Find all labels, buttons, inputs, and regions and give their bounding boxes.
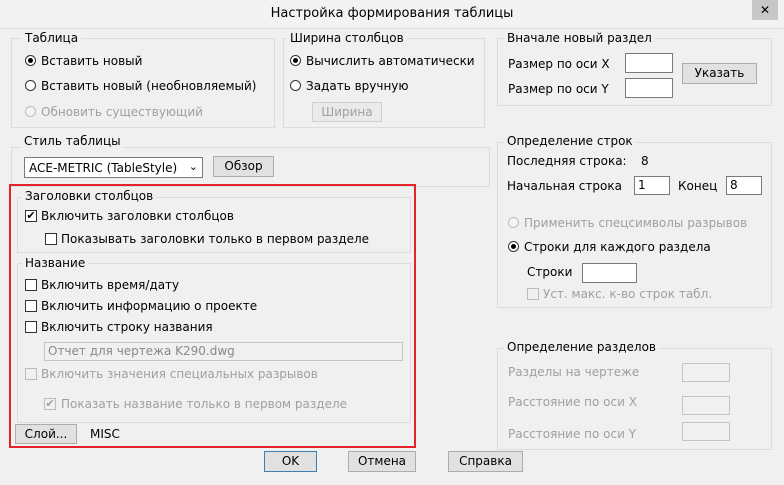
insert-new-static-radio[interactable] [25,80,36,91]
manual-width-label[interactable]: Задать вручную [306,79,409,93]
max-rows-label: Уст. макс. к-во строк табл. [543,287,713,301]
dist-y-label: Расстояние по оси Y [508,427,637,441]
insert-new-static-label[interactable]: Вставить новый (необновляемый) [41,79,256,93]
table-style-select[interactable]: ACE-METRIC (TableStyle) ⌄ [24,157,203,178]
update-existing-radio [25,106,36,117]
table-group-label: Таблица [22,31,82,45]
last-row-value: 8 [641,154,649,168]
apply-special-label: Применить спецсимволы разрывов [524,216,748,230]
title-bar: Настройка формирования таблицы ✕ [0,0,784,29]
end-row-input[interactable]: 8 [726,176,762,195]
chevron-down-icon: ⌄ [188,160,198,173]
auto-width-radio[interactable] [290,55,301,66]
highlight-frame [9,184,416,448]
auto-width-label[interactable]: Вычислить автоматически [306,54,475,68]
max-rows-checkbox [527,288,539,300]
table-style-value: ACE-METRIC (TableStyle) [29,161,178,175]
start-row-input[interactable]: 1 [634,176,670,195]
window-title: Настройка формирования таблицы [270,6,514,21]
update-existing-label: Обновить существующий [41,105,203,119]
dist-y-input [682,422,730,441]
dist-x-input [682,396,730,415]
cancel-button[interactable]: Отмена [348,451,416,472]
manual-width-radio[interactable] [290,80,301,91]
rows-per-section-label[interactable]: Строки для каждого раздела [524,240,711,254]
size-y-input[interactable] [625,78,673,98]
style-label: Стиль таблицы [21,134,124,148]
insert-new-radio[interactable] [25,55,36,66]
pick-button[interactable]: Указать [682,63,757,84]
last-row-label: Последняя строка: [507,154,627,168]
start-row-label: Начальная строка [507,179,622,193]
sections-on-drawing-label: Разделы на чертеже [508,365,640,379]
ok-button[interactable]: OK [264,451,317,472]
end-row-label: Конец [678,179,718,193]
help-button[interactable]: Справка [448,451,523,472]
columns-group-label: Ширина столбцов [287,31,407,45]
width-button: Ширина [312,102,382,122]
size-x-input[interactable] [625,53,673,73]
size-x-label: Размер по оси X [508,57,610,71]
sections-group-label: Определение разделов [504,340,659,354]
rows-per-section-radio[interactable] [508,241,519,252]
dist-x-label: Расстояние по оси X [508,395,637,409]
sections-on-drawing-input [682,363,730,382]
insert-new-label[interactable]: Вставить новый [41,54,142,68]
apply-special-radio [508,217,519,228]
rows-label: Строки [527,265,573,279]
rows-group-label: Определение строк [504,134,636,148]
browse-button[interactable]: Обзор [213,156,274,177]
new-section-label: Вначале новый раздел [504,31,655,45]
size-y-label: Размер по оси Y [508,82,609,96]
rows-input[interactable] [582,263,637,283]
close-icon[interactable]: ✕ [752,0,778,20]
